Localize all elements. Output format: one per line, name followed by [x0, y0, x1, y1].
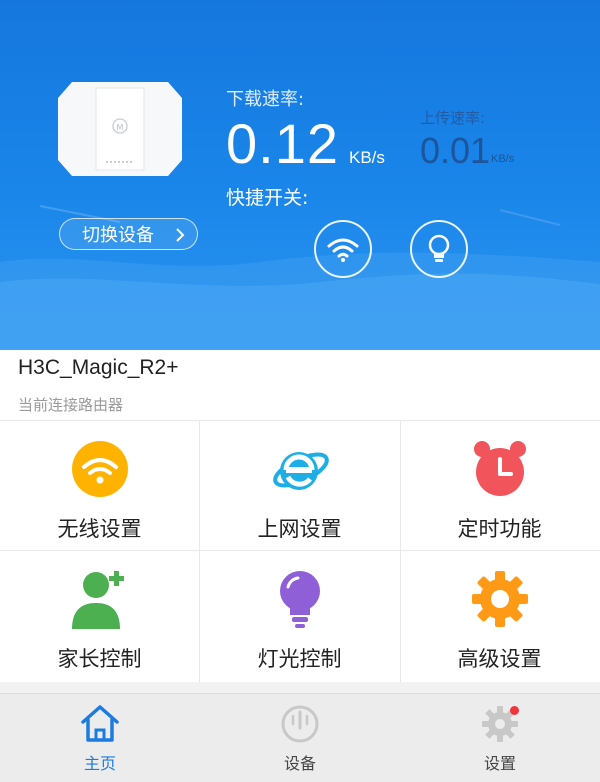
- wifi-icon: [327, 238, 359, 262]
- light-control-tile[interactable]: 灯光控制: [200, 551, 399, 681]
- tile-label: 高级设置: [457, 647, 542, 671]
- svg-text:M: M: [117, 123, 124, 132]
- tile-label: 无线设置: [57, 517, 142, 541]
- notification-badge: [510, 706, 519, 715]
- alarm-clock-icon: [473, 441, 526, 496]
- tab-label: 设置: [483, 754, 516, 773]
- upload-rate-label: 上传速率:: [420, 109, 486, 127]
- grid-divider: [0, 550, 600, 551]
- feature-grid: 无线设置 上网设置 定时功能 家长控制 灯光控制 高级设置: [0, 420, 600, 682]
- parent-add-user-icon: [71, 571, 124, 629]
- gear-icon: [471, 571, 528, 627]
- light-toggle-button[interactable]: [410, 220, 468, 278]
- wifi-toggle-button[interactable]: [314, 220, 372, 278]
- home-icon: [81, 705, 119, 742]
- switch-device-label: 切换设备: [82, 225, 154, 246]
- light-bulb-icon: [428, 234, 450, 262]
- light-bulb-icon: [279, 571, 320, 628]
- internet-settings-tile[interactable]: 上网设置: [200, 421, 399, 551]
- tab-home[interactable]: 主页: [0, 694, 200, 782]
- tab-settings[interactable]: 设置: [400, 694, 600, 782]
- upload-rate-unit: KB/s: [491, 153, 515, 165]
- device-subtitle: 当前连接路由器: [18, 396, 124, 414]
- grid-divider: [199, 420, 200, 682]
- download-rate-value: 0.12: [226, 112, 339, 175]
- parental-control-tile[interactable]: 家长控制: [0, 551, 199, 681]
- download-rate-unit: KB/s: [349, 148, 385, 167]
- wifi-icon: [71, 441, 128, 497]
- tile-label: 上网设置: [257, 517, 342, 541]
- chevron-right-icon: [176, 228, 185, 242]
- upload-rate-value: 0.01: [420, 130, 491, 171]
- tab-label: 主页: [83, 754, 116, 773]
- tile-label: 定时功能: [457, 517, 542, 541]
- advanced-settings-tile[interactable]: 高级设置: [400, 551, 599, 681]
- tile-label: 家长控制: [57, 647, 142, 671]
- wireless-settings-tile[interactable]: 无线设置: [0, 421, 199, 551]
- grid-divider: [400, 420, 401, 682]
- internet-explorer-icon: [272, 452, 329, 490]
- tile-label: 灯光控制: [257, 647, 342, 671]
- device-icon: [281, 705, 319, 743]
- tab-label: 设备: [283, 754, 316, 773]
- quick-switch-label: 快捷开关:: [226, 187, 309, 209]
- download-rate-label: 下载速率:: [226, 89, 305, 110]
- timer-function-tile[interactable]: 定时功能: [400, 421, 599, 551]
- header-panel: M 切换设备 下载速率: 0.12 KB/s 上传速率: 0.01 KB/s 快…: [0, 0, 600, 350]
- switch-device-button[interactable]: 切换设备: [59, 218, 198, 250]
- device-name: H3C_Magic_R2+: [18, 356, 179, 379]
- router-image: M: [58, 82, 182, 176]
- tab-device[interactable]: 设备: [200, 694, 400, 782]
- bottom-tab-bar: 主页 设备 设置: [0, 693, 600, 782]
